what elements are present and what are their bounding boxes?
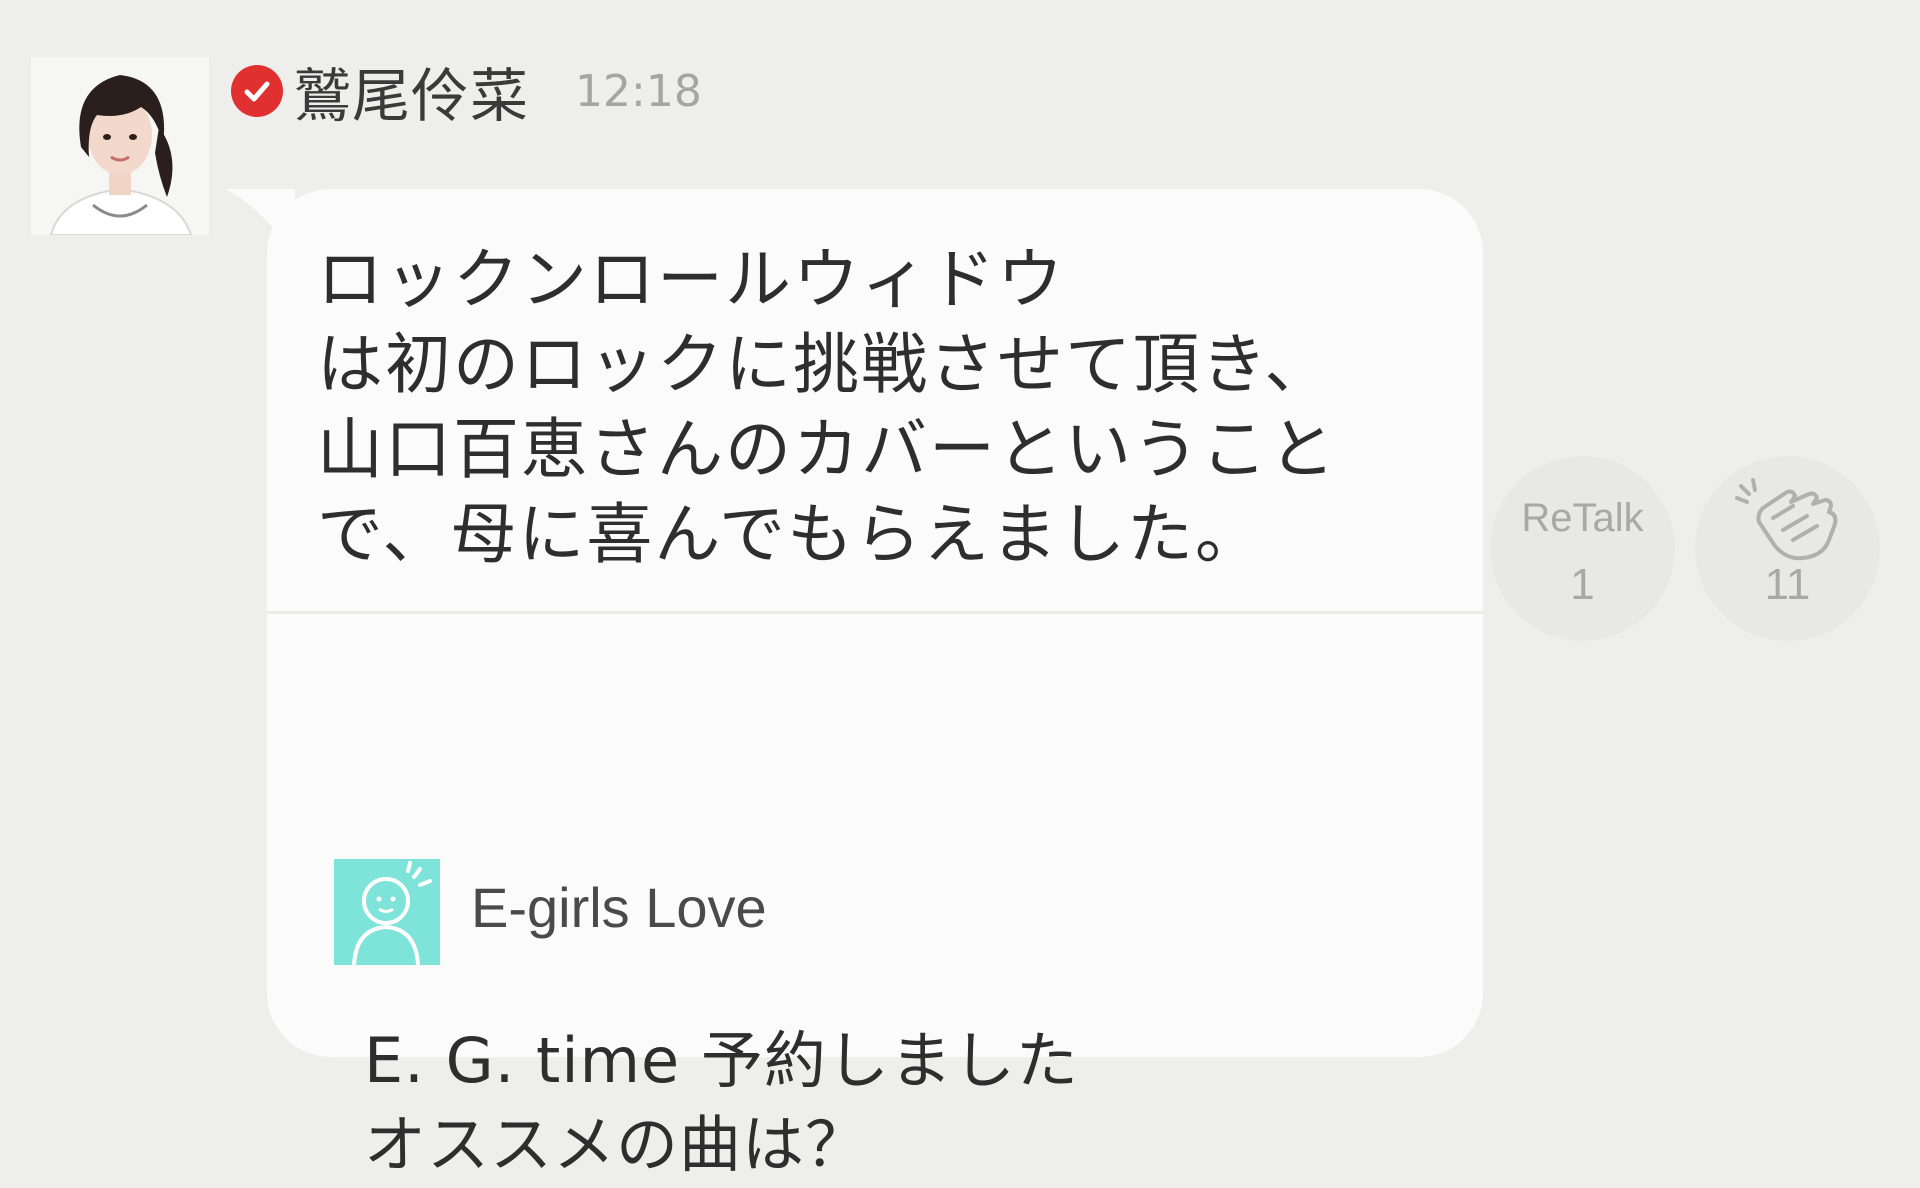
post-header: 鷲尾伶菜 12:18 bbox=[231, 55, 702, 130]
quoted-post[interactable]: E-girls Love E. G. time 予約しました オススメの曲は？ bbox=[267, 614, 1483, 1181]
verified-check-icon bbox=[231, 65, 283, 117]
quoted-author-name[interactable]: E-girls Love bbox=[471, 875, 767, 940]
clap-hands-icon bbox=[1735, 478, 1838, 561]
retalk-label: ReTalk bbox=[1521, 496, 1644, 540]
author-photo bbox=[31, 57, 209, 235]
retalk-count: 1 bbox=[1570, 560, 1595, 609]
post-text: ロックンロールウィドウ は初のロックに挑戦させて頂き、 山口百恵さんのカバーとい… bbox=[317, 241, 1337, 573]
author-name[interactable]: 鷲尾伶菜 bbox=[293, 49, 529, 133]
author-avatar[interactable] bbox=[31, 57, 209, 235]
quoted-text: E. G. time 予約しました オススメの曲は？ bbox=[364, 1024, 1079, 1181]
post-bubble[interactable]: ロックンロールウィドウ は初のロックに挑戦させて頂き、 山口百恵さんのカバーとい… bbox=[267, 189, 1483, 1181]
retalk-button[interactable]: ReTalk 1 bbox=[1490, 456, 1675, 641]
clap-count: 11 bbox=[1764, 560, 1811, 609]
post-timestamp: 12:18 bbox=[575, 65, 702, 117]
default-person-avatar-icon bbox=[334, 859, 440, 965]
clap-button[interactable]: 11 bbox=[1695, 456, 1880, 641]
